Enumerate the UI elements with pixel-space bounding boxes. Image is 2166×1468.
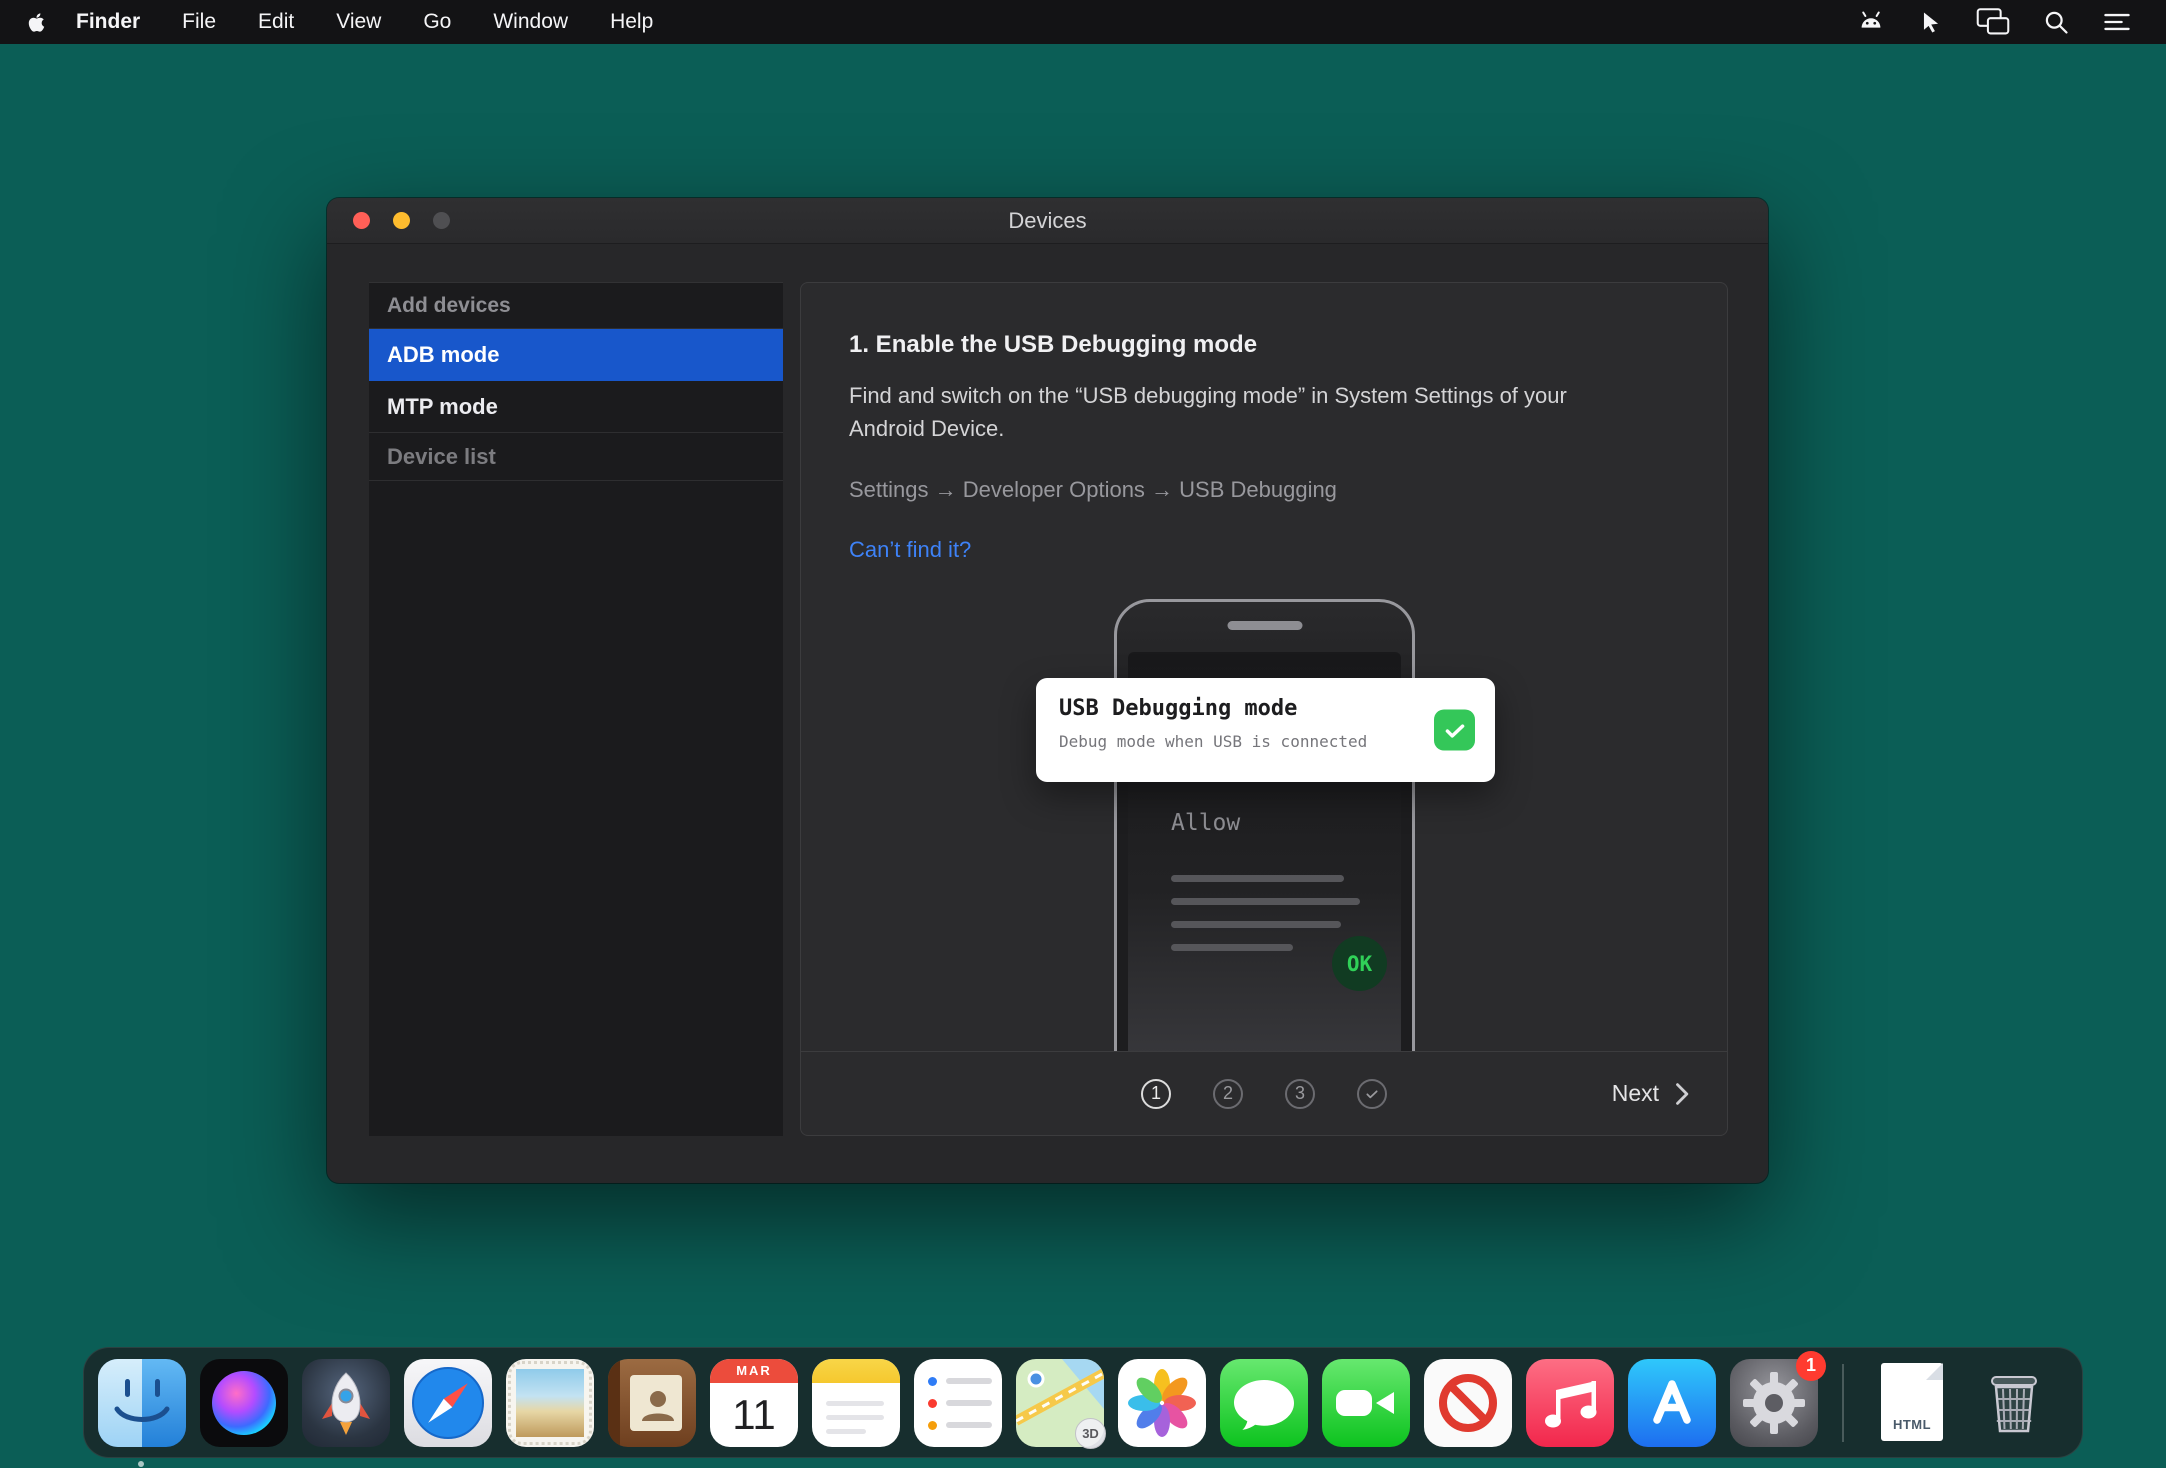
menu-bar-status-area xyxy=(1856,0,2166,44)
prohibited-icon xyxy=(1424,1359,1512,1447)
dock-item-launchpad[interactable] xyxy=(302,1359,390,1447)
skeleton-line xyxy=(1171,944,1293,951)
close-button[interactable] xyxy=(353,212,370,229)
desktop: Finder File Edit View Go Window Help xyxy=(0,0,2166,1468)
settings-path: Settings → Developer Options → USB Debug… xyxy=(849,477,1679,503)
music-note-icon xyxy=(1526,1359,1614,1447)
phone-speaker xyxy=(1227,621,1302,630)
sidebar: Add devices ADB mode MTP mode Device lis… xyxy=(369,282,783,1136)
menu-bar: Finder File Edit View Go Window Help xyxy=(0,0,2166,44)
zoom-button[interactable] xyxy=(433,212,450,229)
app-store-a-icon xyxy=(1628,1359,1716,1447)
dock-item-notes[interactable] xyxy=(812,1359,900,1447)
dock-item-calendar[interactable]: MAR 11 xyxy=(710,1359,798,1447)
step-indicator-1: 1 xyxy=(1141,1079,1171,1109)
dock-item-reminders[interactable] xyxy=(914,1359,1002,1447)
next-button[interactable]: Next xyxy=(1612,1080,1695,1108)
notification-badge: 1 xyxy=(1796,1351,1826,1381)
menu-item-file[interactable]: File xyxy=(161,10,237,34)
pointer-icon[interactable] xyxy=(1918,9,1944,35)
calendar-icon: MAR 11 xyxy=(710,1359,798,1447)
step-indicators: 1 2 3 xyxy=(1141,1079,1387,1109)
next-label: Next xyxy=(1612,1080,1659,1107)
finder-running-indicator xyxy=(138,1461,144,1467)
stamp-icon xyxy=(506,1359,594,1447)
chevron-right-icon xyxy=(1667,1080,1695,1108)
calendar-day: 11 xyxy=(710,1383,798,1447)
dock-item-photos[interactable] xyxy=(1118,1359,1206,1447)
ok-button: OK xyxy=(1332,936,1387,991)
allow-label: Allow xyxy=(1171,810,1240,836)
photos-pinwheel-icon xyxy=(1118,1359,1206,1447)
html-file-label: HTML xyxy=(1881,1417,1943,1432)
sidebar-section-add-devices: Add devices xyxy=(369,283,783,329)
sidebar-item-device-list[interactable]: Device list xyxy=(369,433,783,481)
phone-graphic: Allow OK xyxy=(1114,599,1415,1051)
calendar-month: MAR xyxy=(710,1359,798,1383)
skeleton-line xyxy=(1171,875,1344,882)
safari-compass-icon xyxy=(404,1359,492,1447)
dock-item-music[interactable] xyxy=(1526,1359,1614,1447)
window-title: Devices xyxy=(1008,208,1086,234)
dock-item-blocked[interactable] xyxy=(1424,1359,1512,1447)
menu-item-go[interactable]: Go xyxy=(402,10,472,34)
list-icon[interactable] xyxy=(2102,9,2132,35)
dock-item-trash[interactable] xyxy=(1970,1359,2058,1447)
wizard-footer: 1 2 3 Next xyxy=(801,1051,1727,1135)
step-heading: 1. Enable the USB Debugging mode xyxy=(849,331,1679,359)
siri-icon xyxy=(200,1359,288,1447)
dock-item-html-file[interactable]: HTML xyxy=(1868,1359,1956,1447)
search-icon[interactable] xyxy=(2042,8,2070,36)
dock-item-siri[interactable] xyxy=(200,1359,288,1447)
dock-item-facetime[interactable] xyxy=(1322,1359,1410,1447)
html-file-icon: HTML xyxy=(1868,1359,1956,1447)
dock-item-appstore[interactable] xyxy=(1628,1359,1716,1447)
step-indicator-2: 2 xyxy=(1213,1079,1243,1109)
step-description: Find and switch on the “USB debugging mo… xyxy=(849,379,1639,445)
menu-item-view[interactable]: View xyxy=(315,10,402,34)
step-indicator-3: 3 xyxy=(1285,1079,1315,1109)
dock-item-mail[interactable] xyxy=(506,1359,594,1447)
contacts-book-icon xyxy=(608,1359,696,1447)
sidebar-item-mtp-mode[interactable]: MTP mode xyxy=(369,381,783,433)
menu-item-help[interactable]: Help xyxy=(589,10,674,34)
instructions: 1. Enable the USB Debugging mode Find an… xyxy=(801,283,1727,563)
skeleton-line xyxy=(1171,921,1341,928)
video-camera-icon xyxy=(1322,1359,1410,1447)
devices-window: Devices Add devices ADB mode MTP mode De… xyxy=(327,198,1768,1183)
dock-item-contacts[interactable] xyxy=(608,1359,696,1447)
cant-find-it-link[interactable]: Can’t find it? xyxy=(849,537,971,562)
checkbox-checked-icon xyxy=(1434,710,1475,751)
toggle-subtitle: Debug mode when USB is connected xyxy=(1059,732,1367,751)
notes-icon xyxy=(812,1359,900,1447)
apple-menu-icon[interactable] xyxy=(28,12,45,33)
maps-3d-badge: 3D xyxy=(1075,1418,1106,1449)
android-icon[interactable] xyxy=(1856,7,1886,37)
speech-bubble-icon xyxy=(1220,1359,1308,1447)
dock-separator xyxy=(1842,1364,1844,1442)
content-panel: Allow OK USB Debugging mode Debug mode w… xyxy=(800,282,1728,1136)
dock: MAR 11 xyxy=(83,1347,2083,1458)
step-indicator-done xyxy=(1357,1079,1387,1109)
toggle-title: USB Debugging mode xyxy=(1059,696,1297,721)
dock-item-system-preferences[interactable]: 1 xyxy=(1730,1359,1818,1447)
menu-item-window[interactable]: Window xyxy=(472,10,589,34)
finder-icon xyxy=(98,1359,186,1447)
rocket-icon xyxy=(302,1359,390,1447)
dock-item-maps[interactable]: 3D xyxy=(1016,1359,1104,1447)
skeleton-line xyxy=(1171,898,1360,905)
window-title-bar[interactable]: Devices xyxy=(327,198,1768,244)
dock-item-finder[interactable] xyxy=(98,1359,186,1447)
dock-item-messages[interactable] xyxy=(1220,1359,1308,1447)
dock-item-safari[interactable] xyxy=(404,1359,492,1447)
menu-app-name[interactable]: Finder xyxy=(55,10,161,34)
minimize-button[interactable] xyxy=(393,212,410,229)
traffic-lights xyxy=(353,198,450,243)
display-mirroring-icon[interactable] xyxy=(1976,8,2010,36)
trash-icon xyxy=(1970,1359,2058,1447)
reminders-icon xyxy=(914,1359,1002,1447)
usb-debugging-toggle-card: USB Debugging mode Debug mode when USB i… xyxy=(1036,678,1495,782)
menu-item-edit[interactable]: Edit xyxy=(237,10,315,34)
sidebar-item-adb-mode[interactable]: ADB mode xyxy=(369,329,783,381)
